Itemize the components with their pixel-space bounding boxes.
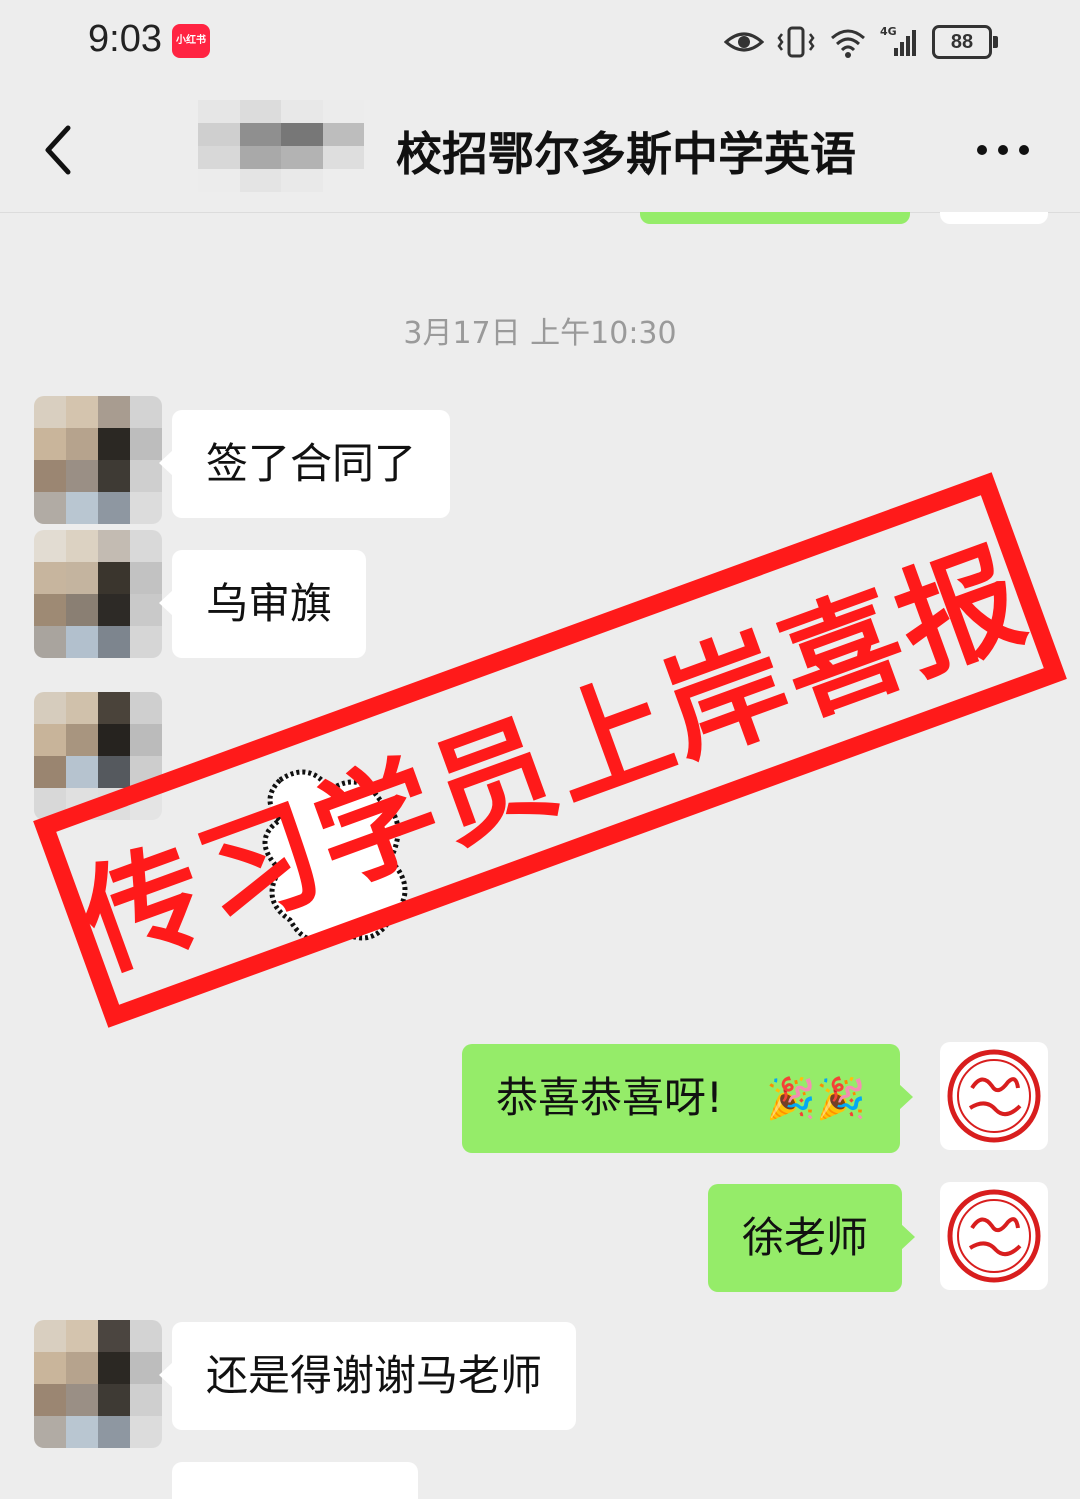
message-bubble-incoming[interactable]: 还是得谢谢马老师 xyxy=(158,1322,577,1430)
status-icons: 4G 88 xyxy=(724,22,998,62)
message-bubble-incoming[interactable]: 乌审旗 xyxy=(158,550,367,658)
battery-icon: 88 xyxy=(932,25,998,59)
chat-header: 校招鄂尔多斯中学英语 xyxy=(0,90,1080,213)
message-text: 恭喜恭喜呀! xyxy=(496,1073,723,1122)
seal-logo-icon xyxy=(947,1049,1041,1143)
eye-icon xyxy=(724,32,764,52)
party-popper-emoji: 🎉🎉 xyxy=(766,1076,866,1122)
seal-logo-avatar[interactable] xyxy=(940,1182,1048,1290)
previous-avatar xyxy=(940,212,1048,224)
svg-text:4G: 4G xyxy=(880,25,897,38)
partial-message-bubble xyxy=(172,1462,418,1499)
message-bubble-incoming[interactable]: 签了合同了 xyxy=(158,410,451,518)
contact-avatar[interactable] xyxy=(34,396,162,524)
more-dots-icon[interactable] xyxy=(972,130,1034,170)
seal-logo-avatar[interactable] xyxy=(940,1042,1048,1150)
chevron-left-icon[interactable] xyxy=(30,120,90,180)
contact-avatar[interactable] xyxy=(34,530,162,658)
previous-message-bubble xyxy=(640,212,910,224)
chat-title: 校招鄂尔多斯中学英语 xyxy=(396,127,856,181)
message-timestamp: 3月17日 上午10:30 xyxy=(403,316,677,351)
status-bar: 9:03 小红书 4G 88 xyxy=(0,0,1080,90)
seal-logo-icon xyxy=(947,1189,1041,1283)
contact-avatar[interactable] xyxy=(34,1320,162,1448)
blurred-contact-name xyxy=(198,100,364,192)
message-bubble-outgoing[interactable]: 徐老师 xyxy=(708,1184,916,1292)
message-bubble-outgoing[interactable]: 恭喜恭喜呀! 🎉🎉 xyxy=(462,1044,913,1153)
vibrate-icon xyxy=(777,26,815,58)
status-time: 9:03 xyxy=(88,18,162,60)
wifi-icon xyxy=(831,29,865,58)
signal-4g-icon: 4G xyxy=(880,25,916,56)
xiaohongshu-app-icon: 小红书 xyxy=(172,24,210,58)
